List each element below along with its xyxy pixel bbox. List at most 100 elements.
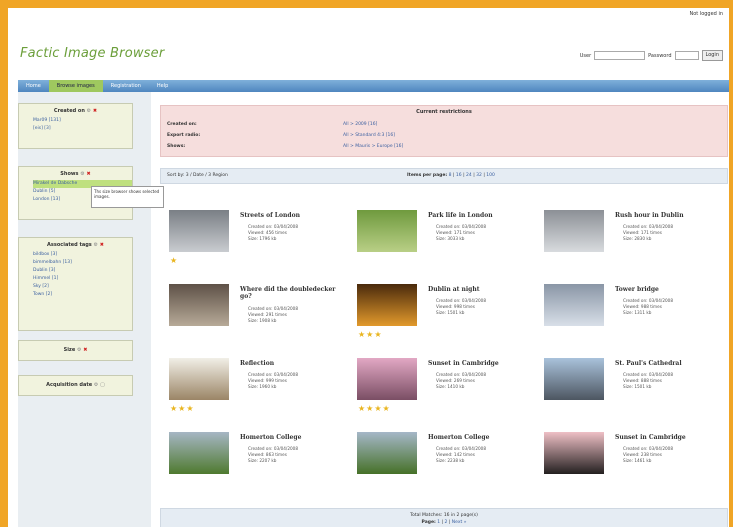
image-meta: Size: 1908 kb — [248, 318, 277, 323]
remove-icon[interactable]: ✖ — [100, 242, 104, 248]
image-card[interactable]: Where did the doubledecker go? Created on… — [164, 278, 346, 350]
image-card[interactable]: Sunset in Cambridge Created on: 03/04/200… — [539, 426, 721, 498]
facet-item[interactable]: bimmelbahn [13] — [33, 259, 132, 267]
image-meta: Size: 1410 kb — [436, 384, 465, 389]
image-title[interactable]: Homerton College — [240, 434, 344, 441]
rating-stars[interactable]: ★★★ — [170, 404, 195, 413]
page-link[interactable]: 2 — [445, 520, 448, 525]
remove-icon[interactable]: ✖ — [93, 108, 97, 114]
image-title[interactable]: Sunset in Cambridge — [428, 360, 532, 367]
image-card[interactable]: Dublin at night Created on: 03/04/2008 Vie… — [352, 278, 534, 350]
image-card[interactable]: Reflection Created on: 03/04/2008 Viewed: … — [164, 352, 346, 424]
image-thumbnail[interactable] — [544, 432, 604, 474]
image-thumbnail[interactable] — [544, 210, 604, 252]
image-thumbnail[interactable] — [169, 432, 229, 474]
image-card[interactable]: Homerton College Created on: 03/04/2008 Vi… — [352, 426, 534, 498]
facet-title: Created on — [53, 108, 85, 114]
page-next[interactable]: Next » — [452, 520, 467, 525]
facet-item[interactable]: Mar09 [131] — [33, 117, 132, 125]
restriction-label: Shows: — [167, 144, 186, 149]
image-meta: Size: 1960 kb — [248, 384, 277, 389]
sort-bar: Sort by: 3 / Date / 3 Region Items per p… — [160, 168, 728, 184]
remove-icon[interactable]: ✖ — [83, 347, 87, 353]
image-thumbnail[interactable] — [544, 284, 604, 326]
facet-item[interactable]: Sky [2] — [33, 283, 132, 291]
restriction-label: Export radio: — [167, 133, 201, 138]
facet-item[interactable]: Himmel [1] — [33, 275, 132, 283]
image-card[interactable]: Sunset in Cambridge Created on: 03/04/200… — [352, 352, 534, 424]
image-thumbnail[interactable] — [169, 210, 229, 252]
image-thumbnail[interactable] — [357, 284, 417, 326]
image-title[interactable]: Homerton College — [428, 434, 532, 441]
config-icon[interactable]: ⚙ — [94, 242, 98, 248]
image-card[interactable]: Homerton College Created on: 03/04/2008 Vi… — [164, 426, 346, 498]
image-title[interactable]: Tower bridge — [615, 286, 719, 293]
config-icon[interactable]: ⚙ — [94, 382, 98, 388]
total-matches: Total Matches: 16 in 2 page(s) — [410, 513, 478, 518]
restriction-value[interactable]: All > Standard 4:3 [16] — [343, 133, 395, 138]
toggle-icon[interactable]: ▢ — [100, 382, 105, 388]
image-card[interactable]: St. Paul's Cathedral Created on: 03/04/20… — [539, 352, 721, 424]
facet-item[interactable]: Dublin [3] — [33, 267, 132, 275]
image-card[interactable]: Park life in London Created on: 03/04/200… — [352, 204, 534, 276]
image-card[interactable]: Tower bridge Created on: 03/04/2008 Viewed… — [539, 278, 721, 350]
username-field[interactable] — [594, 51, 646, 60]
restriction-value[interactable]: All > Mauris > Europe [16] — [343, 144, 403, 149]
rating-stars[interactable]: ★ — [170, 256, 178, 265]
login-form: User Password Login — [580, 50, 723, 61]
image-thumbnail[interactable] — [357, 210, 417, 252]
pagination-footer: Total Matches: 16 in 2 page(s) Page: 1 |… — [160, 508, 728, 527]
image-card[interactable]: Rush hour in Dublin Created on: 03/04/200… — [539, 204, 721, 276]
sort-by[interactable]: Sort by: 3 / Date / 3 Region — [167, 173, 228, 178]
tab-home[interactable]: Home — [18, 80, 49, 92]
tooltip: Ths size browser shows selected images. — [91, 186, 164, 208]
image-card[interactable]: Streets of London Created on: 03/04/2008 V… — [164, 204, 346, 276]
image-thumbnail[interactable] — [544, 358, 604, 400]
rating-stars[interactable]: ★★★★ — [358, 404, 391, 413]
restriction-value[interactable]: All > 2009 [16] — [343, 122, 377, 127]
image-meta: Size: 2830 kb — [623, 236, 652, 241]
image-grid: Streets of London Created on: 03/04/2008 V… — [164, 204, 726, 494]
rating-stars[interactable]: ★★★ — [358, 330, 383, 339]
pagination: Page: 1 | 2 | Next » — [421, 520, 467, 525]
remove-icon[interactable]: ✖ — [86, 171, 90, 177]
image-title[interactable]: Dublin at night — [428, 286, 532, 293]
password-field[interactable] — [674, 51, 699, 60]
config-icon[interactable]: ⚙ — [77, 347, 81, 353]
facet-item[interactable]: [eis] [3] — [33, 125, 132, 133]
image-meta: Size: 1796 kb — [248, 236, 277, 241]
items-per-page: Items per page: 8 | 16 | 24 | 32 | 100 — [407, 173, 495, 178]
ipp-option[interactable]: 16 — [456, 173, 462, 178]
tab-registration[interactable]: Registration — [103, 80, 149, 92]
image-title[interactable]: Sunset in Cambridge — [615, 434, 719, 441]
config-icon[interactable]: ⚙ — [87, 108, 91, 114]
image-title[interactable]: Rush hour in Dublin — [615, 212, 719, 219]
image-title[interactable]: Reflection — [240, 360, 344, 367]
config-icon[interactable]: ⚙ — [80, 171, 84, 177]
image-thumbnail[interactable] — [357, 432, 417, 474]
image-title[interactable]: Streets of London — [240, 212, 344, 219]
tab-help[interactable]: Help — [149, 80, 176, 92]
page-link[interactable]: 1 — [437, 520, 440, 525]
facet-item[interactable]: Town [2] — [33, 291, 132, 299]
image-title[interactable]: St. Paul's Cathedral — [615, 360, 719, 367]
ipp-option[interactable]: 24 — [466, 173, 472, 178]
ipp-option[interactable]: 8 — [449, 173, 452, 178]
image-title[interactable]: Where did the doubledecker go? — [240, 286, 344, 300]
image-meta: Size: 1311 kb — [623, 310, 652, 315]
login-status[interactable]: Not logged in — [689, 11, 723, 17]
image-thumbnail[interactable] — [169, 358, 229, 400]
image-meta: Size: 2238 kb — [436, 458, 465, 463]
ipp-option[interactable]: 32 — [476, 173, 482, 178]
image-thumbnail[interactable] — [169, 284, 229, 326]
image-meta: Size: 3033 kb — [436, 236, 465, 241]
image-thumbnail[interactable] — [357, 358, 417, 400]
facet-item[interactable]: bildbox [3] — [33, 251, 132, 259]
facet-title: Shows — [60, 171, 79, 177]
login-button[interactable]: Login — [701, 50, 723, 61]
ipp-option[interactable]: 100 — [486, 173, 495, 178]
image-title[interactable]: Park life in London — [428, 212, 532, 219]
current-restrictions: Current restrictions Created on: All > 2… — [160, 105, 728, 157]
image-meta: Size: 1501 kb — [623, 384, 652, 389]
tab-browse-images[interactable]: Browse images — [48, 80, 103, 92]
